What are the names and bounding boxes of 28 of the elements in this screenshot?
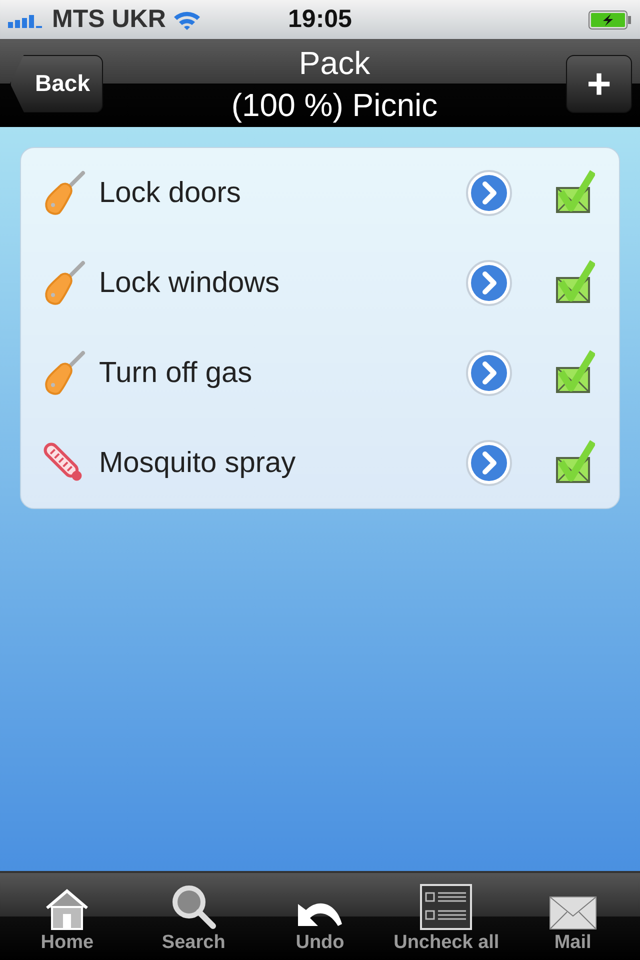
battery-icon (588, 10, 632, 30)
tab-button[interactable]: Search (130, 873, 257, 960)
nav-title: Pack (298, 44, 370, 82)
chevron-icon[interactable] (465, 169, 513, 217)
mail-icon (548, 896, 597, 930)
nav-subtitle: (100 %) Picnic (231, 86, 438, 125)
search-icon (170, 884, 217, 930)
checked-box-icon[interactable] (553, 350, 595, 396)
chevron-icon[interactable] (465, 439, 513, 487)
clock-time: 19:05 (288, 5, 352, 34)
checked-box-icon[interactable] (553, 440, 595, 486)
chevron-icon[interactable] (465, 259, 513, 307)
tab-button[interactable]: Home (4, 873, 130, 960)
add-button[interactable]: + (566, 54, 632, 112)
home-icon (44, 888, 90, 930)
item-label: Lock windows (99, 266, 281, 300)
chevron-icon[interactable] (465, 349, 513, 397)
carrier-name: MTS UKR (52, 5, 166, 34)
tab-button[interactable]: Uncheck all (383, 873, 510, 960)
tab-button[interactable]: Mail (510, 873, 636, 960)
item-label: Lock doors (99, 176, 242, 210)
checked-box-icon[interactable] (553, 260, 595, 306)
item-label: Mosquito spray (99, 446, 297, 480)
item-label: Turn off gas (99, 356, 254, 390)
checked-box-icon[interactable] (553, 170, 595, 216)
checklist-icon (420, 884, 472, 930)
back-button[interactable]: Back (10, 54, 103, 112)
tab-button[interactable]: Undo (256, 873, 384, 960)
